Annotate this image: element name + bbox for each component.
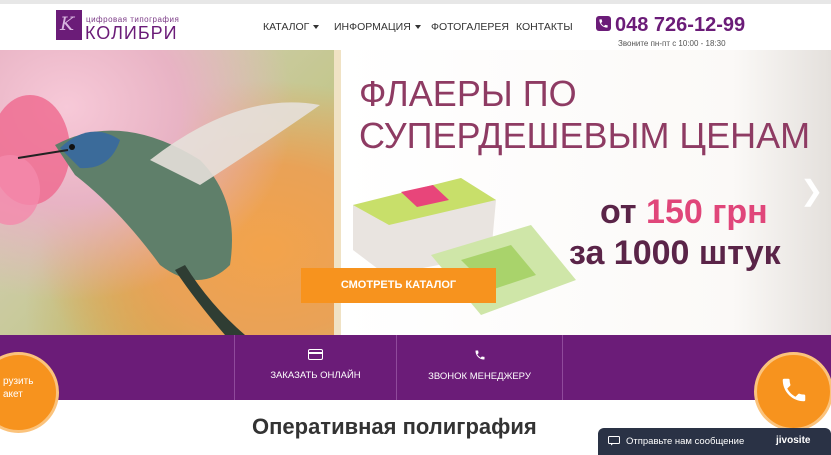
credit-card-icon (308, 349, 323, 360)
logo-name: КОЛИБРИ (85, 23, 178, 43)
order-online-label: ЗАКАЗАТЬ ОНЛАЙН (270, 370, 361, 381)
logo-mark: K (56, 10, 82, 40)
chat-message: Отправьте нам сообщение (626, 436, 745, 447)
logo[interactable]: K цифровая типография КОЛИБРИ (56, 10, 181, 44)
call-manager-label: ЗВОНОК МЕНЕДЖЕРУ (428, 371, 531, 382)
phone-number[interactable]: 048 726-12-99 (615, 14, 745, 37)
chat-widget[interactable]: Отправьте нам сообщение jivosite (598, 428, 831, 455)
call-manager-button[interactable]: ЗВОНОК МЕНЕДЖЕРУ (397, 335, 562, 400)
nav-contacts[interactable]: КОНТАКТЫ (516, 21, 573, 33)
chat-icon (608, 436, 620, 446)
phone-icon (475, 350, 484, 360)
view-catalog-button[interactable]: СМОТРЕТЬ КАТАЛОГ (301, 268, 496, 303)
chevron-down-icon (414, 25, 421, 30)
hero-price-value: 150 грн (646, 193, 768, 231)
hero-title-line1: ФЛАЕРЫ ПО (359, 73, 577, 114)
section-title: Оперативная полиграфия (252, 414, 537, 439)
actions-bar: ЗАКАЗАТЬ ОНЛАЙН ЗВОНОК МЕНЕДЖЕРУ (0, 335, 831, 400)
order-online-button[interactable]: ЗАКАЗАТЬ ОНЛАЙН (235, 335, 396, 400)
nav-catalog[interactable]: КАТАЛОГ (263, 21, 320, 33)
chat-brand: jivosite (776, 435, 811, 446)
hummingbird-image (0, 50, 334, 335)
chevron-down-icon (313, 25, 320, 30)
upload-layout-label: рузить акет (3, 376, 34, 400)
nav-information[interactable]: ИНФОРМАЦИЯ (334, 21, 421, 33)
hero-banner: ФЛАЕРЫ ПО СУПЕРДЕШЕВЫМ ЦЕНАМ от 150 грн … (0, 50, 831, 335)
bar-divider (562, 335, 563, 400)
working-hours: Звоните пн-пт с 10:00 - 18:30 (618, 39, 726, 48)
slider-next-icon[interactable]: ❯ (800, 177, 823, 205)
phone-icon (782, 378, 806, 402)
hero-title-line2: СУПЕРДЕШЕВЫМ ЦЕНАМ (359, 115, 811, 156)
phone-icon (596, 16, 611, 31)
callback-button[interactable] (754, 352, 831, 431)
nav-gallery[interactable]: ФОТОГАЛЕРЕЯ (431, 21, 509, 33)
site-header: K цифровая типография КОЛИБРИ КАТАЛОГ ИН… (0, 4, 831, 50)
hero-price-line2: за 1000 штук (569, 234, 781, 272)
hero-price-line1: от 150 грн (600, 193, 768, 231)
